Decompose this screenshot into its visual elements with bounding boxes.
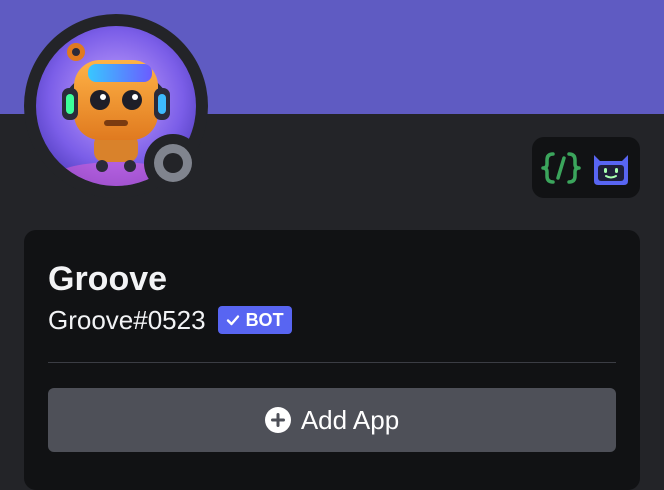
profile-badges: [532, 137, 640, 198]
bot-face-icon[interactable]: [590, 147, 632, 189]
code-brackets-icon[interactable]: [540, 147, 582, 189]
bot-tag: BOT: [217, 306, 292, 334]
divider: [48, 362, 616, 363]
plus-circle-icon: [264, 407, 291, 433]
add-app-button[interactable]: Add App: [48, 388, 616, 452]
username-row: Groove#0523 BOT: [48, 304, 292, 336]
username[interactable]: Groove#0523: [48, 304, 206, 336]
display-name: Groove: [48, 260, 168, 298]
checkmark-icon: [226, 315, 239, 326]
status-indicator-hole: [163, 153, 183, 173]
bot-tag-label: BOT: [245, 310, 284, 330]
add-app-label: Add App: [300, 404, 400, 435]
